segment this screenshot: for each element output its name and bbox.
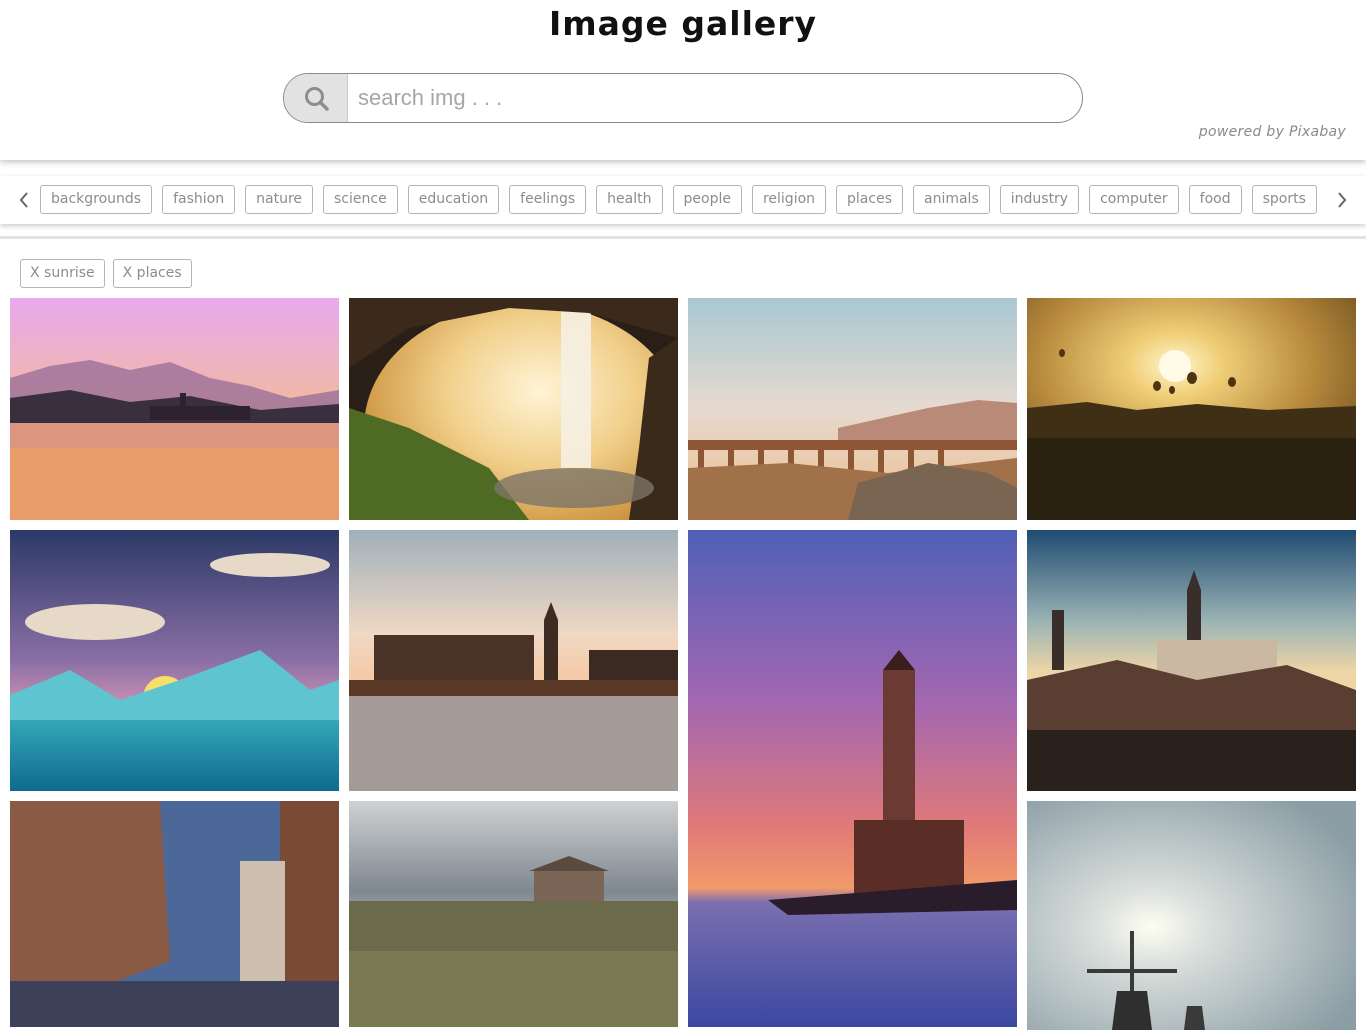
- category-backgrounds[interactable]: backgrounds: [40, 185, 153, 214]
- gallery-image-westminster[interactable]: [349, 530, 678, 791]
- scroll-left-button[interactable]: [14, 188, 34, 212]
- filter-tag-places[interactable]: X places: [112, 259, 192, 288]
- category-bar: backgrounds fashion nature science education…: [0, 176, 1366, 224]
- gallery-image-barn-prairie[interactable]: [349, 801, 678, 1027]
- gallery-image-waterfall-cave[interactable]: [349, 298, 678, 520]
- category-fashion[interactable]: fashion: [162, 185, 236, 214]
- chevron-left-icon: [19, 192, 28, 208]
- category-computer[interactable]: computer: [1089, 185, 1179, 214]
- gallery-image-cartoon-mountains[interactable]: [10, 530, 339, 791]
- category-people[interactable]: people: [672, 185, 742, 214]
- category-feelings[interactable]: feelings: [509, 185, 587, 214]
- gallery-image-balloons[interactable]: [1027, 298, 1356, 520]
- gallery-image-windmills[interactable]: [1027, 801, 1356, 1030]
- search-input[interactable]: [348, 74, 1082, 122]
- filter-tag-sunrise[interactable]: X sunrise: [20, 259, 105, 288]
- gallery-image-rome-street[interactable]: [10, 801, 339, 1027]
- gallery-image-lighthouse[interactable]: [688, 530, 1017, 1027]
- search-button[interactable]: [284, 74, 348, 122]
- category-sports[interactable]: sports: [1251, 185, 1317, 214]
- category-list: backgrounds fashion nature science education…: [40, 185, 1324, 215]
- gallery-image-viaduct[interactable]: [688, 298, 1017, 520]
- category-religion[interactable]: religion: [751, 185, 827, 214]
- category-science[interactable]: science: [323, 185, 398, 214]
- search-bar: [283, 73, 1083, 123]
- gallery-image-hilltop-town[interactable]: [1027, 530, 1356, 791]
- category-food[interactable]: food: [1188, 185, 1242, 214]
- active-filters: X sunrise X places: [20, 259, 200, 289]
- category-industry[interactable]: industry: [999, 185, 1080, 214]
- gallery-image-lake-island-church[interactable]: [10, 298, 339, 520]
- category-places[interactable]: places: [836, 185, 903, 214]
- header: Image gallery powered by Pixabay: [0, 0, 1366, 160]
- powered-by-label: powered by Pixabay: [1198, 124, 1346, 140]
- search-icon: [305, 87, 329, 111]
- chevron-right-icon: [1338, 192, 1347, 208]
- category-education[interactable]: education: [407, 185, 500, 214]
- category-nature[interactable]: nature: [245, 185, 314, 214]
- page-title: Image gallery: [548, 4, 818, 43]
- category-health[interactable]: health: [596, 185, 663, 214]
- category-animals[interactable]: animals: [913, 185, 990, 214]
- scroll-right-button[interactable]: [1332, 188, 1352, 212]
- divider: [0, 236, 1366, 239]
